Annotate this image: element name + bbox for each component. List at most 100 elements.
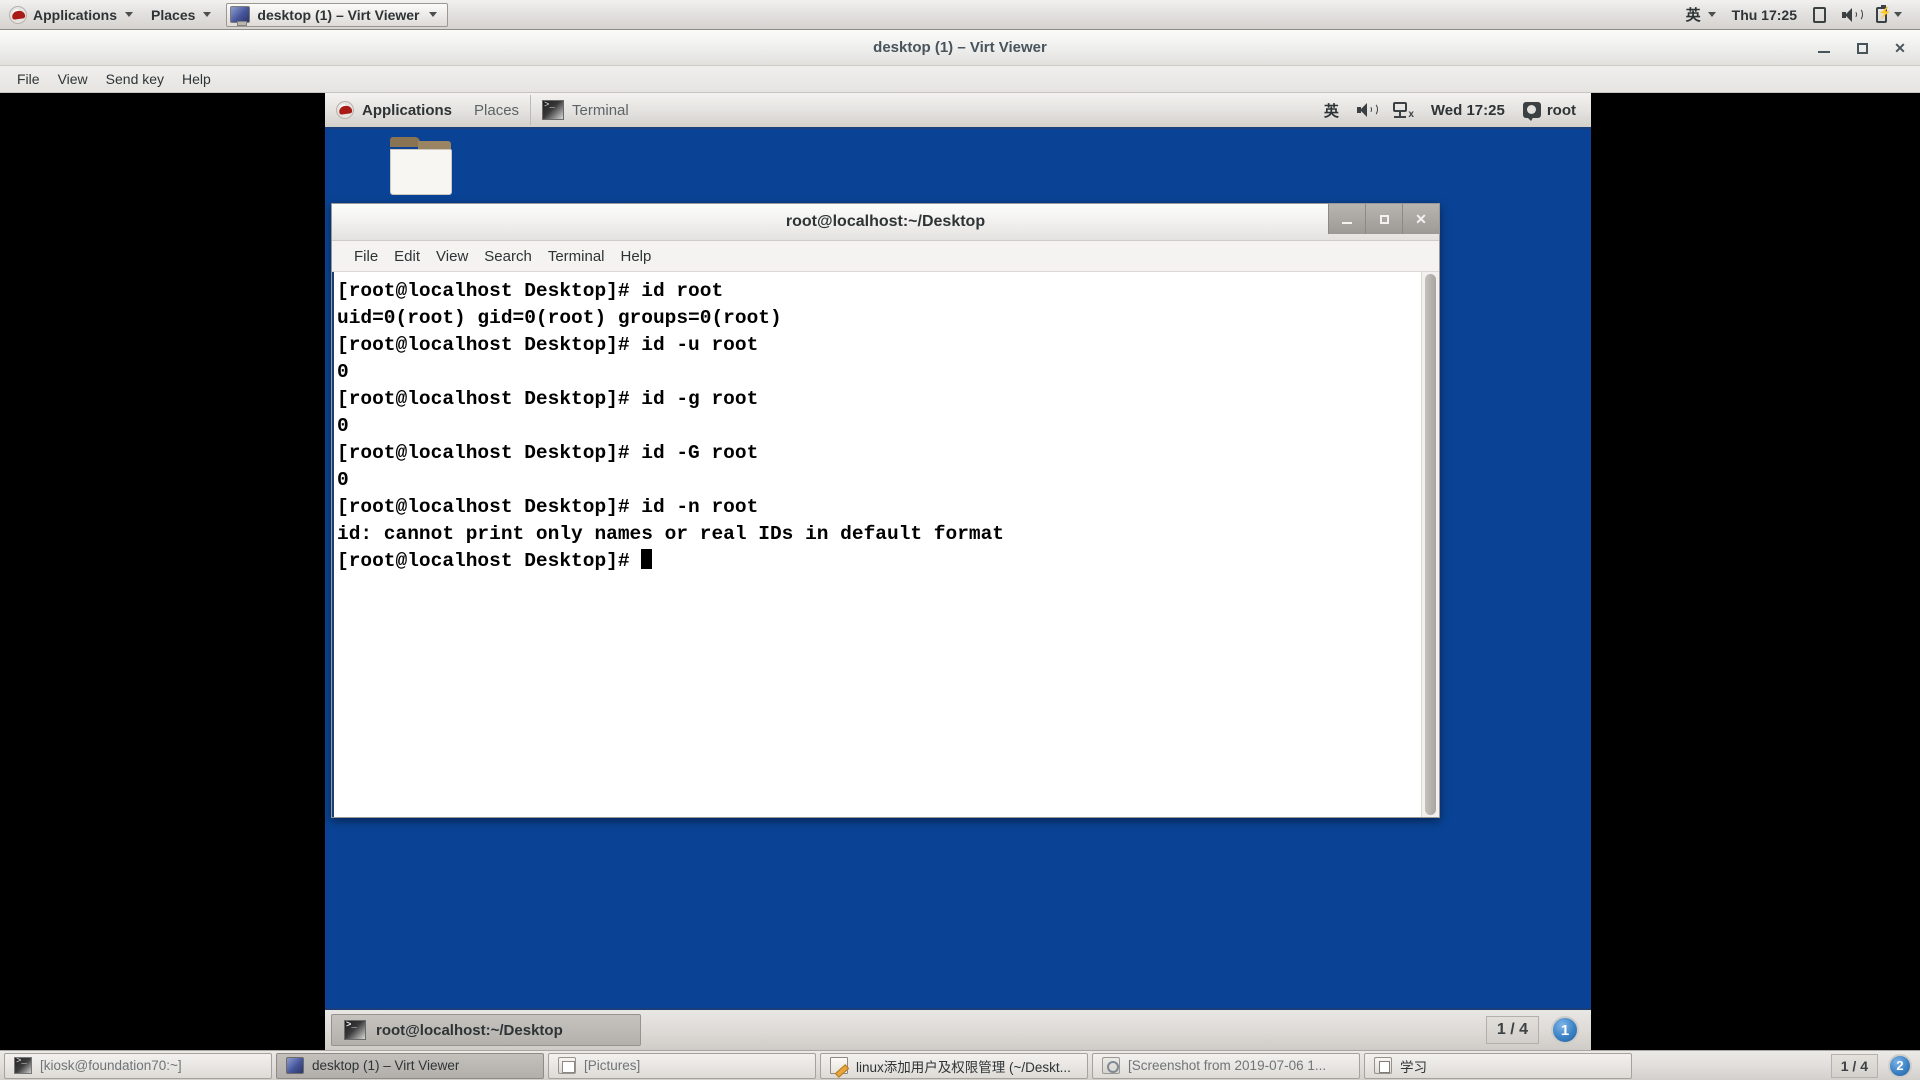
guest-taskbar-window-label: root@localhost:~/Desktop <box>376 1021 563 1039</box>
terminal-text: [root@localhost Desktop]# id root uid=0(… <box>337 280 1005 572</box>
guest-applications-label: Applications <box>362 101 453 119</box>
taskbar-item-label: desktop (1) – Virt Viewer <box>312 1058 460 1073</box>
host-battery-indicator[interactable] <box>1868 1 1910 29</box>
guest-places-menu[interactable]: Places <box>463 93 530 127</box>
guest-desktop: Applications Places Terminal 英 <box>325 93 1591 1050</box>
pictures-icon <box>558 1057 576 1074</box>
screenshot-icon <box>1102 1057 1120 1074</box>
taskbar-item-gedit-document[interactable]: linux添加用户及权限管理 (~/Deskt... <box>820 1052 1088 1079</box>
menu-help[interactable]: Help <box>173 68 220 90</box>
terminal-maximize-button[interactable] <box>1365 204 1402 234</box>
terminal-menu-edit[interactable]: Edit <box>386 245 428 268</box>
terminal-menu-view[interactable]: View <box>428 245 476 268</box>
host-places-menu[interactable]: Places <box>142 0 220 29</box>
host-places-label: Places <box>151 6 196 23</box>
virt-viewer-window-controls: ✕ <box>1816 30 1908 66</box>
scrollbar-thumb[interactable] <box>1425 274 1436 815</box>
menu-send-key[interactable]: Send key <box>97 68 173 90</box>
network-disconnected-icon: x <box>1392 102 1414 120</box>
taskbar-item-label: linux添加用户及权限管理 (~/Deskt... <box>856 1059 1071 1075</box>
terminal-cursor <box>641 549 653 569</box>
user-icon <box>1522 102 1541 121</box>
gedit-icon <box>830 1057 848 1074</box>
guest-volume-indicator[interactable] <box>1348 93 1384 127</box>
terminal-menu-help[interactable]: Help <box>613 245 660 268</box>
guest-applications-menu[interactable]: Applications <box>325 93 463 127</box>
terminal-menu-file[interactable]: File <box>346 245 386 268</box>
host-applications-menu[interactable]: Applications <box>0 0 142 29</box>
host-workspace-count: 1 / 4 <box>1830 1053 1878 1078</box>
ime-label: 英 <box>1685 7 1701 24</box>
terminal-close-button[interactable]: ✕ <box>1402 204 1439 234</box>
taskbar-item-kiosk-terminal[interactable]: [kiosk@foundation70:~] <box>4 1052 272 1079</box>
chevron-down-icon <box>125 12 134 17</box>
guest-clock-label: Wed 17:25 <box>1430 101 1505 119</box>
host-system-tray: 英 Thu 17:25 <box>1678 1 1920 29</box>
host-workspace-switcher[interactable]: 1 / 4 2 <box>1830 1053 1920 1078</box>
guest-user-menu[interactable]: root <box>1514 93 1585 127</box>
host-workspace-badge[interactable]: 2 <box>1888 1053 1912 1078</box>
terminal-output[interactable]: [root@localhost Desktop]# id root uid=0(… <box>332 272 1421 817</box>
host-volume-indicator[interactable] <box>1834 1 1868 29</box>
terminal-minimize-button[interactable] <box>1328 204 1365 234</box>
taskbar-item-pictures[interactable]: [Pictures] <box>548 1052 816 1079</box>
menu-file[interactable]: File <box>8 68 49 90</box>
taskbar-item-label: [kiosk@foundation70:~] <box>40 1058 182 1073</box>
guest-top-panel: Applications Places Terminal 英 <box>325 93 1591 129</box>
redhat-logo-icon <box>336 101 354 119</box>
vm-viewport[interactable]: Applications Places Terminal 英 <box>0 93 1920 1050</box>
terminal-body[interactable]: [root@localhost Desktop]# id root uid=0(… <box>332 272 1439 817</box>
host-clock-label: Thu 17:25 <box>1731 6 1797 23</box>
minimize-button[interactable] <box>1816 40 1832 56</box>
host-panel-window-label: desktop (1) – Virt Viewer <box>257 6 420 23</box>
terminal-titlebar[interactable]: root@localhost:~/Desktop ✕ <box>332 204 1439 241</box>
guest-network-indicator[interactable]: x <box>1384 93 1422 127</box>
desktop-folder-icon[interactable] <box>390 137 454 197</box>
host-ime-indicator[interactable]: 英 <box>1678 1 1724 29</box>
screen-icon <box>1813 6 1826 23</box>
volume-icon <box>1842 7 1863 22</box>
guest-workspace-count: 1 / 4 <box>1485 1016 1539 1044</box>
taskbar-item-screenshot[interactable]: [Screenshot from 2019-07-06 1... <box>1092 1052 1360 1079</box>
chevron-down-icon <box>428 12 437 17</box>
guest-workspace-badge[interactable]: 1 <box>1551 1016 1579 1044</box>
host-top-panel: Applications Places desktop (1) – Virt V… <box>0 0 1920 30</box>
guest-clock[interactable]: Wed 17:25 <box>1422 93 1514 127</box>
terminal-window: root@localhost:~/Desktop ✕ File Edit Vie… <box>331 203 1440 818</box>
host-clock[interactable]: Thu 17:25 <box>1724 1 1805 29</box>
terminal-window-controls: ✕ <box>1328 204 1439 234</box>
guest-ime-indicator[interactable]: 英 <box>1315 93 1348 127</box>
taskbar-item-virt-viewer[interactable]: desktop (1) – Virt Viewer <box>276 1052 544 1079</box>
monitor-icon <box>230 6 251 26</box>
guest-places-label: Places <box>474 101 520 119</box>
guest-user-label: root <box>1546 101 1576 119</box>
chevron-down-icon <box>1894 12 1902 17</box>
guest-workspace-switcher[interactable]: 1 / 4 1 <box>1485 1016 1591 1044</box>
guest-panel-terminal-window[interactable]: Terminal <box>531 93 640 127</box>
menu-view[interactable]: View <box>49 68 97 90</box>
host-applications-label: Applications <box>33 6 118 23</box>
terminal-menu-search[interactable]: Search <box>476 245 540 268</box>
chevron-down-icon <box>1707 12 1716 17</box>
terminal-icon <box>344 1020 366 1040</box>
terminal-menu-terminal[interactable]: Terminal <box>540 245 613 268</box>
redhat-logo-icon <box>9 5 27 24</box>
terminal-scrollbar[interactable] <box>1421 272 1439 817</box>
terminal-menubar: File Edit View Search Terminal Help <box>332 241 1439 272</box>
guest-taskbar-window-button[interactable]: root@localhost:~/Desktop <box>331 1014 641 1046</box>
maximize-button[interactable] <box>1854 40 1870 56</box>
virt-viewer-titlebar[interactable]: desktop (1) – Virt Viewer ✕ <box>0 30 1920 66</box>
taskbar-item-study-folder[interactable]: 学习 <box>1364 1052 1632 1079</box>
guest-taskbar: root@localhost:~/Desktop 1 / 4 1 <box>325 1008 1591 1050</box>
taskbar-item-label: [Screenshot from 2019-07-06 1... <box>1128 1058 1327 1073</box>
volume-icon <box>1356 103 1378 117</box>
chevron-down-icon <box>203 12 212 17</box>
terminal-icon <box>14 1056 32 1074</box>
virt-viewer-menubar: File View Send key Help <box>0 66 1920 93</box>
host-panel-window-button[interactable]: desktop (1) – Virt Viewer <box>226 2 448 27</box>
host-desktop: Applications Places desktop (1) – Virt V… <box>0 0 1920 1080</box>
close-button[interactable]: ✕ <box>1892 40 1908 56</box>
host-display-indicator[interactable] <box>1805 1 1834 29</box>
guest-panel-window-label: Terminal <box>572 101 629 119</box>
monitor-icon <box>286 1057 304 1074</box>
